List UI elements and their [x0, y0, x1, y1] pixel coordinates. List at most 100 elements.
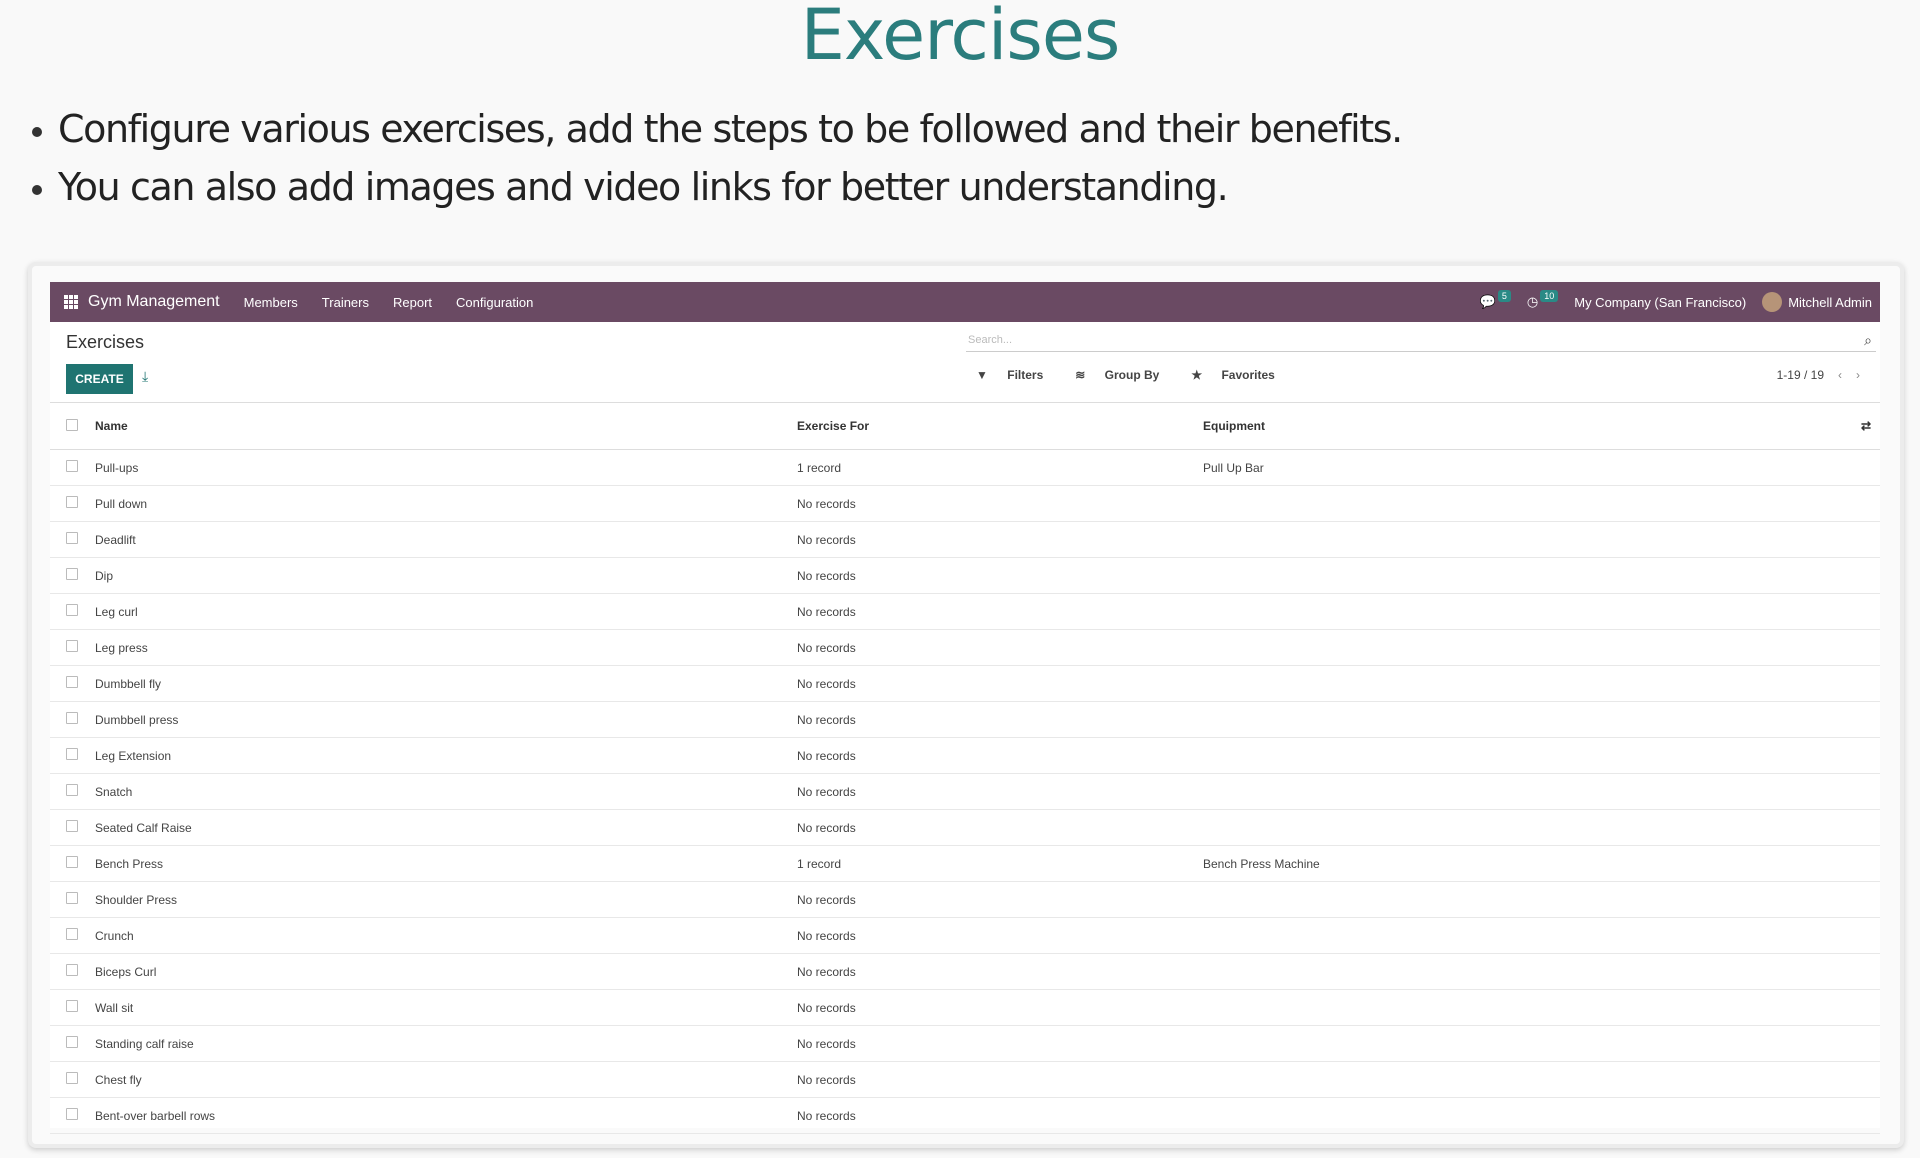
layers-icon: ≋ — [1075, 368, 1086, 382]
favorites-button[interactable]: ★ Favorites — [1191, 368, 1290, 382]
row-checkbox[interactable] — [50, 845, 94, 882]
row-checkbox[interactable] — [50, 665, 94, 702]
cell-name: Shoulder Press — [94, 881, 796, 918]
table-row[interactable]: Shoulder Press No records — [50, 881, 1880, 918]
table-row[interactable]: Seated Calf Raise No records — [50, 809, 1880, 846]
table-row[interactable]: Dip No records — [50, 557, 1880, 594]
table-row[interactable]: Leg curl No records — [50, 593, 1880, 630]
row-checkbox[interactable] — [50, 701, 94, 738]
table-row[interactable]: Dumbbell press No records — [50, 701, 1880, 738]
table-row[interactable]: Leg Extension No records — [50, 737, 1880, 774]
row-checkbox[interactable] — [50, 593, 94, 630]
cell-name: Dip — [94, 557, 796, 594]
row-checkbox[interactable] — [50, 881, 94, 918]
cell-equipment — [1202, 557, 1880, 594]
cell-exercise-for: No records — [796, 1061, 1202, 1098]
table-row[interactable]: Wall sit No records — [50, 989, 1880, 1026]
table-row[interactable]: Leg press No records — [50, 629, 1880, 666]
filters-button[interactable]: ▼ Filters — [976, 368, 1059, 382]
menu-trainers[interactable]: Trainers — [322, 295, 369, 310]
bullet-item: Configure various exercises, add the ste… — [28, 100, 1403, 158]
cell-exercise-for: No records — [796, 629, 1202, 666]
odoo-app: Gym Management Members Trainers Report C… — [50, 282, 1880, 1134]
column-equipment-label: Equipment — [1203, 419, 1265, 433]
row-checkbox[interactable] — [50, 629, 94, 666]
search-icon[interactable]: ⌕ — [1864, 332, 1872, 349]
app-brand[interactable]: Gym Management — [88, 293, 220, 311]
cell-exercise-for: No records — [796, 521, 1202, 558]
row-checkbox[interactable] — [50, 773, 94, 810]
cell-equipment — [1202, 809, 1880, 846]
download-icon[interactable]: ⤓ — [142, 368, 148, 385]
groupby-button[interactable]: ≋ Group By — [1075, 368, 1175, 382]
cell-name: Bent-over barbell rows — [94, 1097, 796, 1134]
column-exercise-for[interactable]: Exercise For — [796, 402, 1202, 450]
row-checkbox[interactable] — [50, 1097, 94, 1134]
avatar[interactable] — [1762, 292, 1783, 312]
menu-report[interactable]: Report — [393, 295, 432, 310]
messages-button[interactable]: 💬 5 — [1479, 290, 1511, 310]
table-row[interactable]: Pull-ups 1 record Pull Up Bar — [50, 449, 1880, 486]
user-menu[interactable]: Mitchell Admin — [1788, 295, 1872, 310]
table-row[interactable]: Dumbbell fly No records — [50, 665, 1880, 702]
cell-exercise-for: No records — [796, 737, 1202, 774]
cell-equipment — [1202, 917, 1880, 954]
table-row[interactable]: Snatch No records — [50, 773, 1880, 810]
row-checkbox[interactable] — [50, 449, 94, 486]
cell-exercise-for: No records — [796, 665, 1202, 702]
table-row[interactable]: Standing calf raise No records — [50, 1025, 1880, 1062]
column-equipment[interactable]: Equipment ⇄ — [1202, 402, 1880, 450]
row-checkbox[interactable] — [50, 953, 94, 990]
chevron-right-icon[interactable]: › — [1856, 368, 1860, 382]
cell-exercise-for: No records — [796, 989, 1202, 1026]
cell-name: Wall sit — [94, 989, 796, 1026]
table-row[interactable]: Deadlift No records — [50, 521, 1880, 558]
table-header: Name Exercise For Equipment ⇄ — [50, 402, 1880, 450]
table-row[interactable]: Bent-over barbell rows No records — [50, 1097, 1880, 1134]
activities-button[interactable]: ◷ 10 — [1527, 290, 1559, 310]
row-checkbox[interactable] — [50, 521, 94, 558]
row-checkbox[interactable] — [50, 917, 94, 954]
apps-grid-icon[interactable] — [64, 295, 78, 309]
optional-columns-icon[interactable]: ⇄ — [1861, 419, 1871, 433]
table-row[interactable]: Chest fly No records — [50, 1061, 1880, 1098]
table-row[interactable]: Biceps Curl No records — [50, 953, 1880, 990]
cell-exercise-for: No records — [796, 1025, 1202, 1062]
messages-badge: 5 — [1497, 290, 1511, 302]
cell-equipment — [1202, 1061, 1880, 1098]
select-all-checkbox[interactable] — [50, 402, 94, 450]
row-checkbox[interactable] — [50, 485, 94, 522]
chat-icon: 💬 — [1479, 294, 1496, 309]
cell-exercise-for: No records — [796, 773, 1202, 810]
row-checkbox[interactable] — [50, 1061, 94, 1098]
cell-exercise-for: No records — [796, 953, 1202, 990]
cell-name: Dumbbell fly — [94, 665, 796, 702]
exercises-table: Name Exercise For Equipment ⇄ Pull-ups 1 r… — [50, 402, 1880, 1134]
table-row[interactable]: Pull down No records — [50, 485, 1880, 522]
row-checkbox[interactable] — [50, 1025, 94, 1062]
activities-badge: 10 — [1540, 290, 1559, 302]
row-checkbox[interactable] — [50, 737, 94, 774]
menu-configuration[interactable]: Configuration — [456, 295, 533, 310]
row-checkbox[interactable] — [50, 809, 94, 846]
cell-exercise-for: 1 record — [796, 449, 1202, 486]
cell-name: Leg Extension — [94, 737, 796, 774]
company-switcher[interactable]: My Company (San Francisco) — [1574, 295, 1746, 310]
cell-equipment — [1202, 773, 1880, 810]
menu-members[interactable]: Members — [244, 295, 298, 310]
star-icon: ★ — [1191, 368, 1203, 382]
control-panel: Exercises CREATE ⤓ Search... ⌕ ▼ Filters… — [50, 322, 1880, 402]
cell-exercise-for: No records — [796, 1097, 1202, 1134]
pager-value[interactable]: 1-19 / 19 — [1777, 368, 1824, 382]
column-name[interactable]: Name — [94, 402, 796, 450]
table-row[interactable]: Crunch No records — [50, 917, 1880, 954]
cell-equipment — [1202, 953, 1880, 990]
row-checkbox[interactable] — [50, 989, 94, 1026]
cell-equipment — [1202, 989, 1880, 1026]
search-input[interactable]: Search... — [966, 328, 1876, 352]
chevron-left-icon[interactable]: ‹ — [1838, 368, 1842, 382]
table-row[interactable]: Bench Press 1 record Bench Press Machine — [50, 845, 1880, 882]
pager: 1-19 / 19 ‹ › — [1777, 368, 1860, 382]
create-button[interactable]: CREATE — [66, 364, 133, 394]
row-checkbox[interactable] — [50, 557, 94, 594]
